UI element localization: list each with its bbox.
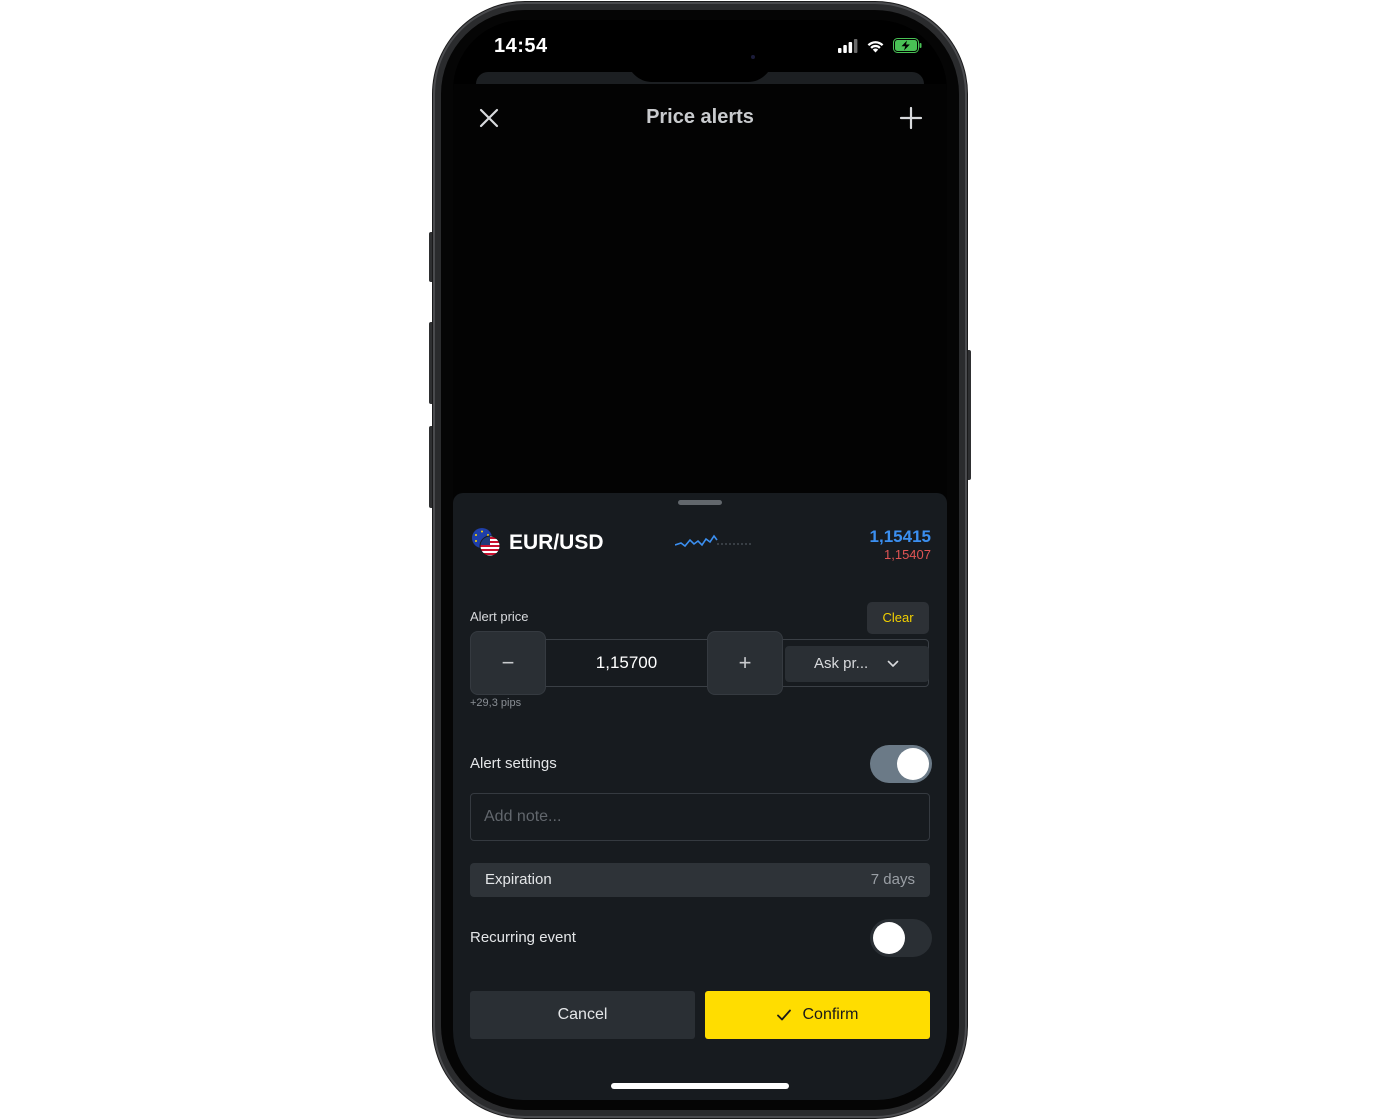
add-note-input[interactable] [470,793,930,841]
confirm-content: Confirm [776,991,859,1039]
decrement-price-button[interactable]: − [470,631,546,695]
checkmark-icon [777,1009,792,1021]
camera-dot [751,55,755,59]
cancel-button[interactable]: Cancel [470,991,695,1039]
clear-button[interactable]: Clear [867,602,929,634]
wifi-icon [867,40,884,52]
top-app-bar: Price alerts [453,92,947,144]
recurring-event-toggle[interactable] [870,919,932,957]
recurring-event-label: Recurring event [470,929,576,946]
alert-settings-label: Alert settings [470,755,557,772]
alert-price-label: Alert price [470,609,529,624]
alert-price-value[interactable]: 1,15700 [546,639,707,687]
instrument-header: EUR/USD 1,15415 1,15407 [471,527,931,567]
plus-icon [899,106,923,130]
eu-us-flag-icon [472,528,501,557]
page-title: Price alerts [646,106,754,128]
alerts-list-area [453,84,947,504]
sheet-grabber[interactable] [678,500,722,505]
confirm-label: Confirm [802,1006,859,1023]
create-alert-sheet: EUR/USD 1,15415 1,15407 Alert price Clea… [453,493,947,1100]
toggle-knob [873,922,905,954]
increment-price-button[interactable]: + [707,631,783,695]
price-type-dropdown[interactable]: Ask pr... [785,646,929,682]
expiration-label: Expiration [485,871,552,888]
sparkline-icon [675,534,753,548]
pips-distance: +29,3 pips [470,697,522,709]
battery-charging-icon [893,38,922,53]
alert-settings-toggle[interactable] [870,745,932,783]
bid-price: 1,15407 [884,547,931,562]
add-alert-button[interactable] [897,104,925,132]
toggle-knob [897,748,929,780]
confirm-button[interactable]: Confirm [705,991,930,1039]
price-type-label: Ask pr... [814,655,869,672]
chevron-down-icon [887,660,899,667]
home-indicator[interactable] [611,1083,789,1089]
status-time: 14:54 [494,35,548,57]
ask-price: 1,15415 [869,527,931,546]
status-icons [838,38,923,53]
expiration-selector[interactable]: Expiration 7 days [470,863,930,897]
instrument-symbol: EUR/USD [509,531,604,554]
dynamic-island [627,32,773,82]
expiration-value: 7 days [870,871,915,888]
cellular-signal-icon [838,38,858,53]
phone-screen: 14:54 Price alerts EUR/USD 1,15415 1,154… [453,20,947,1100]
